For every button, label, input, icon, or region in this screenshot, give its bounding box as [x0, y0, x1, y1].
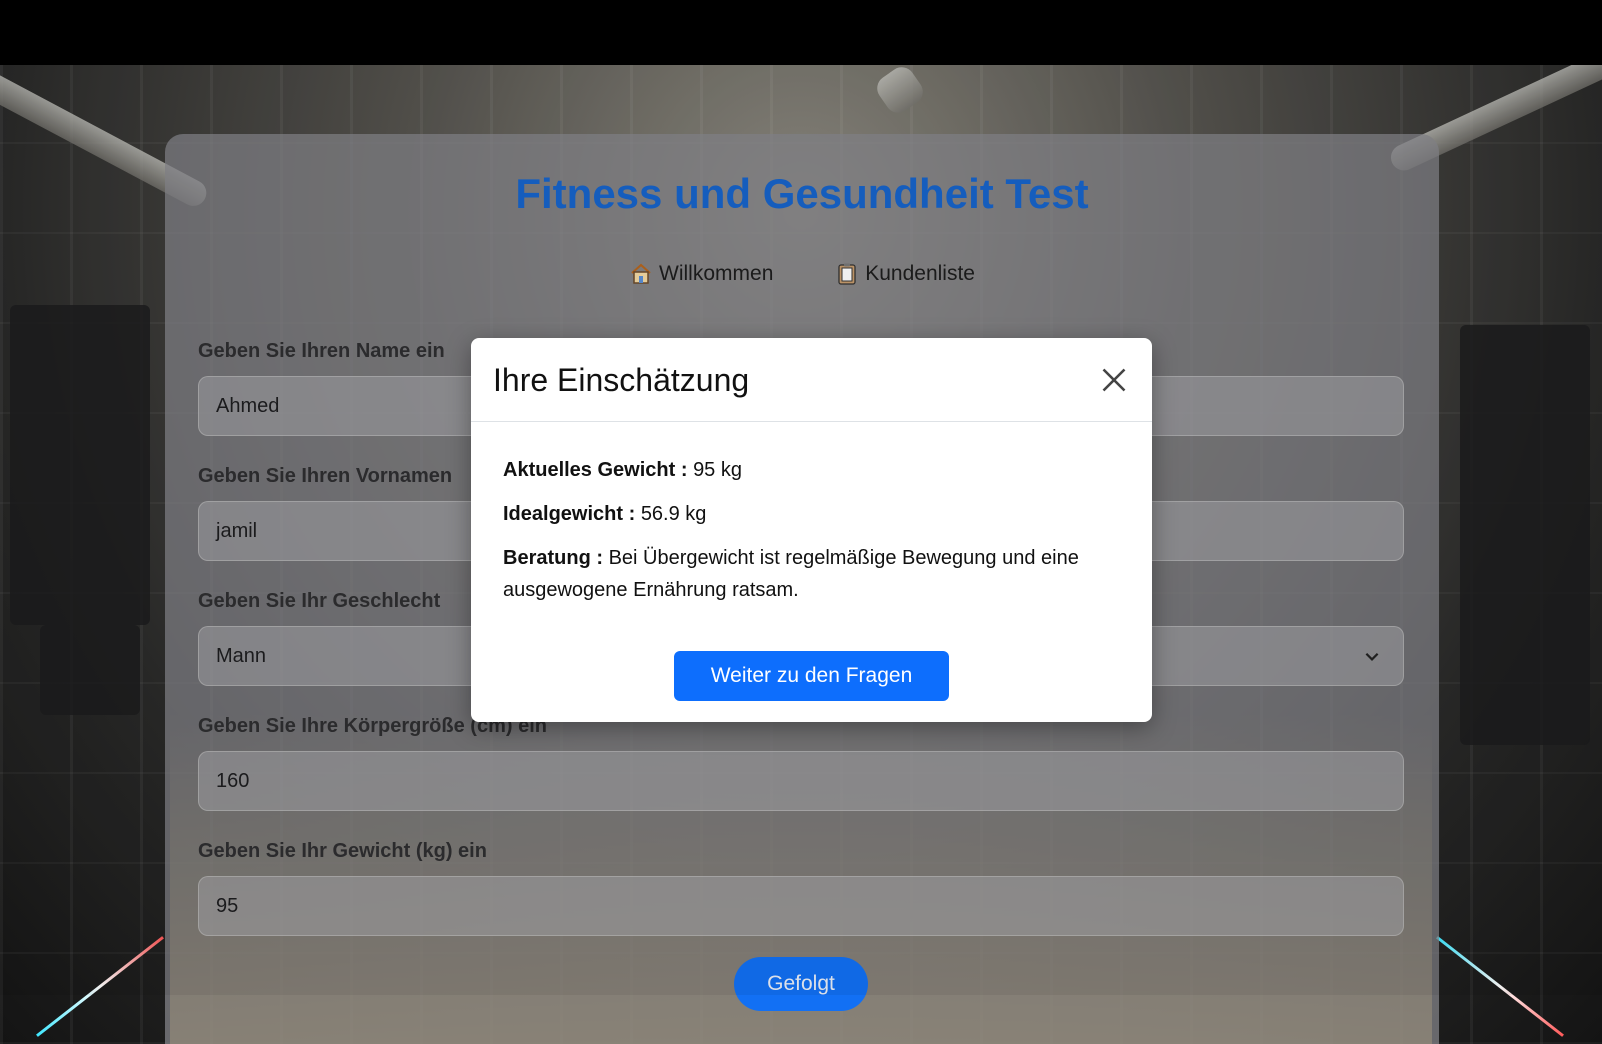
advice-row: Beratung : Bei Übergewicht ist regelmäßi… — [503, 542, 1120, 606]
close-icon[interactable] — [1100, 366, 1128, 394]
ideal-weight-value: 56.9 kg — [640, 503, 707, 525]
current-weight-row: Aktuelles Gewicht : 95 kg — [503, 454, 1120, 486]
modal-header: Ihre Einschätzung — [471, 338, 1152, 422]
ideal-weight-label: Idealgewicht : — [503, 503, 636, 525]
modal-body: Aktuelles Gewicht : 95 kg Idealgewicht :… — [471, 422, 1152, 606]
current-weight-value: 95 kg — [693, 459, 742, 481]
assessment-modal: Ihre Einschätzung Aktuelles Gewicht : 95… — [471, 338, 1152, 722]
advice-label: Beratung : — [503, 547, 603, 569]
continue-to-questions-button[interactable]: Weiter zu den Fragen — [674, 651, 949, 701]
modal-title: Ihre Einschätzung — [493, 362, 750, 398]
current-weight-label: Aktuelles Gewicht : — [503, 459, 688, 481]
ideal-weight-row: Idealgewicht : 56.9 kg — [503, 498, 1120, 530]
